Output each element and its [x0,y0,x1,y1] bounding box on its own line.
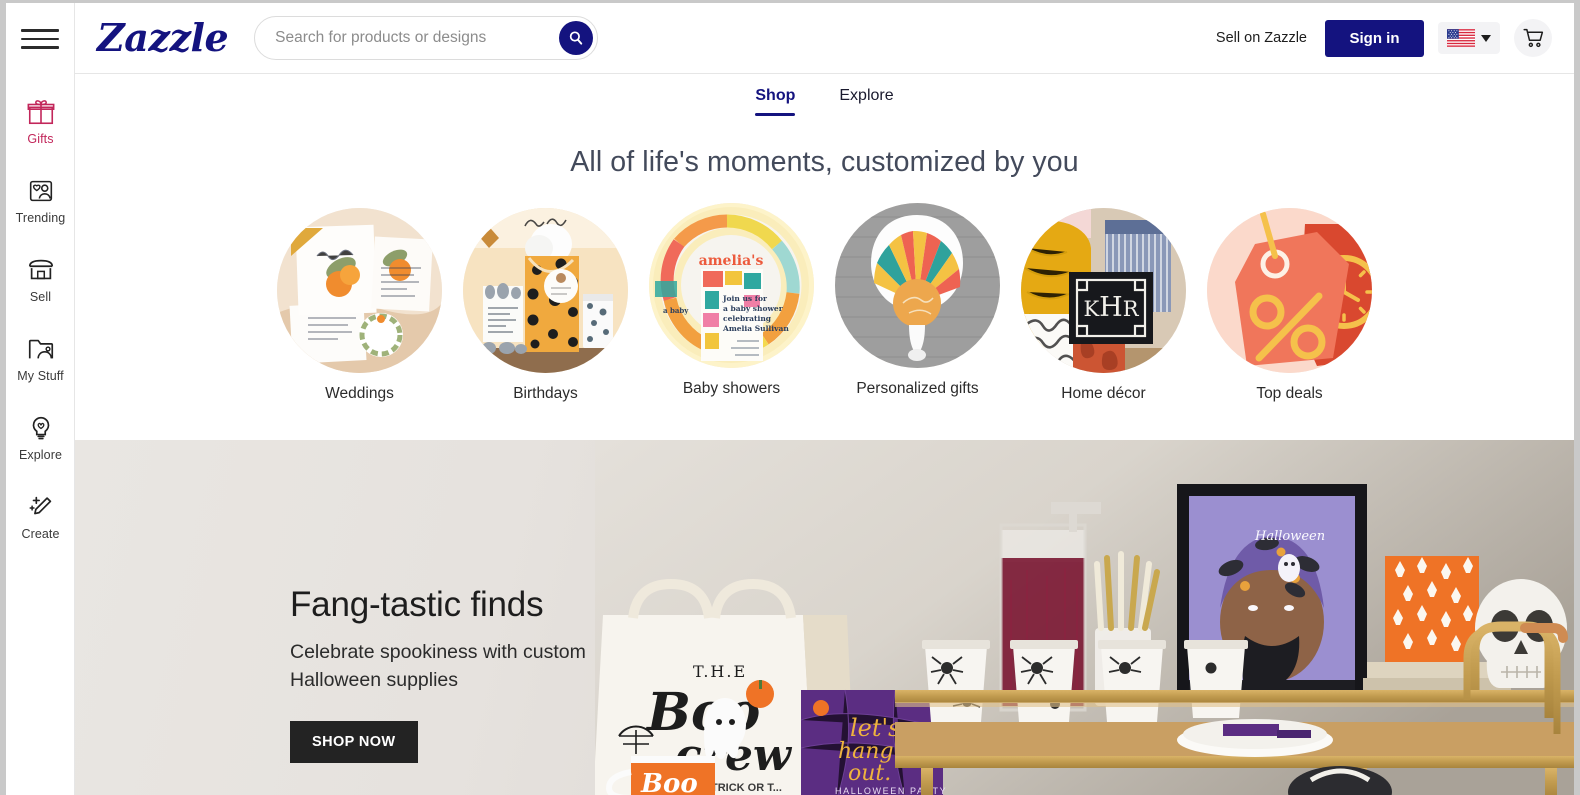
svg-text:a baby: a baby [663,306,689,315]
sidebar-item-explore[interactable]: Explore [6,413,75,462]
shopping-cart-icon [1522,28,1543,47]
sell-on-zazzle-link[interactable]: Sell on Zazzle [1216,30,1307,46]
sidebar-item-trending[interactable]: Trending [6,176,75,225]
category-thumbnail [277,208,442,373]
locale-selector[interactable] [1438,22,1500,54]
svg-text:amelia's: amelia's [699,253,764,269]
personalized-gifts-image [835,203,1000,368]
category-top-deals[interactable]: Top deals [1207,208,1372,403]
cart-button[interactable] [1514,19,1552,57]
sidebar-item-my-stuff[interactable]: My Stuff [6,334,75,383]
svg-text:celebrating: celebrating [723,314,772,323]
category-label: Home décor [1061,385,1146,402]
category-thumbnail [835,203,1000,368]
hero-product-photo: T.H.E Boo crew TRICK OR T... Boo [593,440,1574,795]
baby-showers-image: amelia's Join us for a baby shower celeb… [649,203,814,368]
header-actions: Sell on Zazzle Sign in [1216,19,1574,57]
svg-text:out.: out. [848,761,891,786]
browser-page: Gifts Trending Sell My Stuff Explore Cre… [0,0,1580,795]
svg-text:Halloween: Halloween [1254,529,1325,544]
category-thumbnail [463,208,628,373]
birthdays-image [463,208,628,373]
page-title: All of life's moments, customized by you [570,146,1079,178]
svg-text:KHR: KHR [1083,292,1139,323]
storefront-icon [28,259,53,280]
hero-title: Fang-tastic finds [290,585,544,624]
sidebar-items: Gifts Trending Sell My Stuff Explore Cre… [6,97,75,571]
sidebar-item-label: Sell [29,290,52,304]
hero-banner[interactable]: Fang-tastic finds Celebrate spookiness w… [75,440,1574,795]
chevron-down-icon [1481,34,1491,42]
category-thumbnail [1207,208,1372,373]
gift-box-icon [27,100,54,125]
search-input[interactable] [254,16,599,60]
pencil-sparkle-icon [28,496,51,515]
tab-shop[interactable]: Shop [755,87,796,116]
sub-navigation: Shop Explore [75,74,1574,122]
us-flag-icon [1447,29,1475,47]
category-label: Birthdays [513,385,578,402]
svg-text:a baby shower: a baby shower [723,304,784,313]
category-label: Baby showers [682,380,781,397]
svg-text:Boo: Boo [640,769,698,795]
category-label: Weddings [325,385,394,402]
category-label: Top deals [1256,385,1323,402]
top-deals-image [1207,208,1372,373]
category-thumbnail: amelia's Join us for a baby shower celeb… [649,203,814,368]
hero-subtitle: Celebrate spookiness with custom Hallowe… [290,639,586,694]
weddings-image [277,208,442,373]
category-weddings[interactable]: Weddings [277,208,442,403]
sidebar-item-label: Gifts [27,132,54,146]
shop-now-button[interactable]: SHOP NOW [290,721,418,764]
tab-explore[interactable]: Explore [839,87,893,109]
sidebar-item-label: Explore [18,448,63,462]
category-baby-showers[interactable]: amelia's Join us for a baby shower celeb… [649,203,814,398]
lightbulb-heart-icon [32,416,49,440]
hero-copy: Fang-tastic finds Celebrate spookiness w… [290,585,586,764]
search-bar [254,16,599,60]
search-icon [569,31,583,45]
zazzle-logo[interactable]: Zazzle [97,19,229,57]
category-label: Personalized gifts [856,380,979,397]
sidebar-item-label: My Stuff [17,369,64,383]
category-home-decor[interactable]: KHR Home décor [1021,208,1186,403]
sidebar-item-label: Trending [15,211,66,225]
sidebar-item-label: Create [21,527,60,541]
hamburger-menu-icon[interactable] [21,25,59,53]
category-thumbnail: KHR [1021,208,1186,373]
sidebar-item-sell[interactable]: Sell [6,255,75,304]
category-personalized-gifts[interactable]: Personalized gifts [835,203,1000,398]
halloween-scene-image: T.H.E Boo crew TRICK OR T... Boo [593,440,1574,795]
sign-in-button[interactable]: Sign in [1325,19,1424,57]
category-birthdays[interactable]: Birthdays [463,208,628,403]
trending-person-icon [29,180,52,202]
svg-text:T.H.E: T.H.E [693,662,747,681]
sidebar-item-create[interactable]: Create [6,492,75,541]
search-button[interactable] [559,21,594,55]
sidebar-item-gifts[interactable]: Gifts [6,97,75,146]
home-decor-image: KHR [1021,208,1186,373]
hero-subtitle-line1: Celebrate spookiness with custom [290,641,586,663]
category-list: Weddings Birthdays amelia's Join us for … [75,203,1574,403]
hero-subtitle-line2: Halloween supplies [290,668,459,691]
left-sidebar: Gifts Trending Sell My Stuff Explore Cre… [6,3,75,795]
svg-text:Amelia Sullivan: Amelia Sullivan [722,324,789,333]
svg-text:TRICK OR T...: TRICK OR T... [711,782,782,794]
svg-text:Join us for: Join us for [722,294,768,303]
folder-image-icon [28,339,53,359]
svg-text:let's: let's [850,714,900,742]
site-header: Zazzle Sell on Zazzle Sign in [75,3,1574,74]
